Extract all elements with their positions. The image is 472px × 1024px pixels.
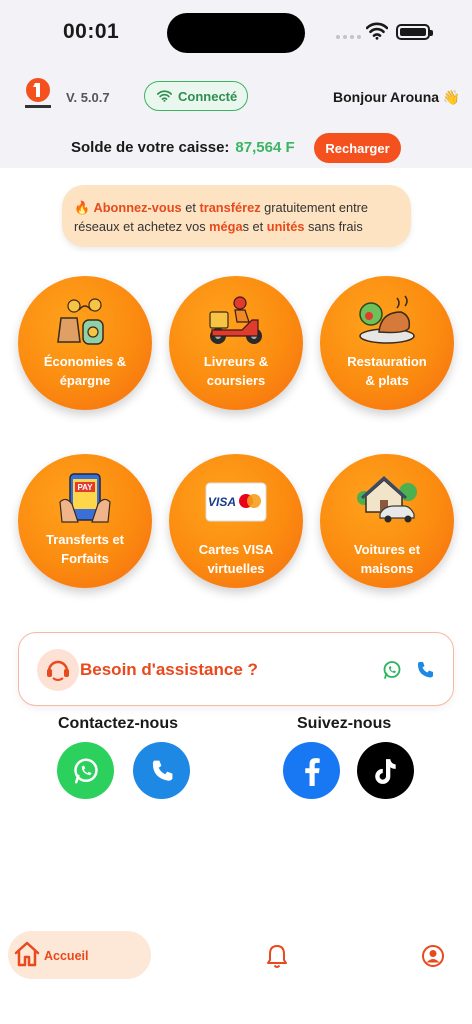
service-tile-visa[interactable]: VISA Cartes VISA virtuelles <box>169 454 303 588</box>
whatsapp-icon[interactable] <box>382 660 402 680</box>
promo-text: et <box>181 200 200 215</box>
service-tile-label: virtuelles <box>207 561 265 576</box>
promo-text: sans frais <box>304 219 363 234</box>
tiktok-button[interactable] <box>357 742 414 799</box>
battery-icon <box>396 24 433 40</box>
balance-label: Solde de votre caisse: <box>71 139 230 156</box>
service-tile-label: Forfaits <box>61 551 109 566</box>
facebook-button[interactable] <box>283 742 340 799</box>
home-icon <box>14 941 40 967</box>
promo-text: Abonnez-vous <box>93 200 182 215</box>
app-screen: 00:01 V. 5.0.7 Connecté Bonjour Arouna 👋… <box>0 0 472 1024</box>
tiktok-icon <box>374 758 396 784</box>
piggy-savings-icon <box>57 298 104 345</box>
service-tile-label: Cartes VISA <box>198 542 274 557</box>
delivery-scooter-icon <box>209 296 262 344</box>
profile-icon[interactable] <box>421 944 445 968</box>
follow-heading: Suivez-nous <box>297 715 392 732</box>
recharge-button[interactable]: Recharger <box>314 133 401 163</box>
service-tile-savings[interactable]: Économies & épargne <box>18 276 152 410</box>
promo-text: s et <box>242 219 267 234</box>
service-tile-transfers[interactable]: PAY Transferts et Forfaits <box>18 454 152 588</box>
connection-status-badge: Connecté <box>144 81 248 111</box>
service-tile-label: Voitures et <box>353 542 421 557</box>
service-tile-cars-houses[interactable]: Voitures et maisons <box>320 454 454 588</box>
contact-heading: Contactez-nous <box>58 715 178 732</box>
wifi-icon <box>157 90 172 102</box>
service-tile-label: épargne <box>59 373 111 388</box>
call-button[interactable] <box>133 742 190 799</box>
service-tile-delivery[interactable]: Livreurs & coursiers <box>169 276 303 410</box>
phone-pay-icon: PAY <box>59 473 111 523</box>
service-tile-label: coursiers <box>206 373 266 388</box>
assistance-title: Besoin d'assistance ? <box>80 660 258 679</box>
app-logo <box>25 78 51 108</box>
phone-icon[interactable] <box>415 660 435 680</box>
svg-text:PAY: PAY <box>77 483 93 492</box>
balance-amount: 87,564 F <box>235 139 295 156</box>
status-time: 00:01 <box>63 20 120 43</box>
svg-text:VISA: VISA <box>208 495 236 509</box>
service-tile-label: Restauration <box>347 354 427 369</box>
balance-row: Solde de votre caisse: 87,564 F <box>71 139 295 156</box>
support-agent-icon <box>37 649 79 691</box>
house-car-icon <box>357 475 417 523</box>
service-tile-label: Transferts et <box>45 532 125 547</box>
tab-home[interactable]: Accueil <box>8 931 151 979</box>
service-tile-label: Économies & <box>43 354 127 369</box>
food-plate-icon <box>359 295 415 344</box>
dynamic-island <box>167 13 305 53</box>
cellular-signal-icon <box>336 35 361 39</box>
visa-card-icon: VISA <box>205 482 267 522</box>
tab-home-label: Accueil <box>44 949 89 963</box>
service-tile-restaurant[interactable]: Restauration & plats <box>320 276 454 410</box>
connection-status-label: Connecté <box>178 88 238 104</box>
promo-text: unités <box>266 219 305 234</box>
phone-icon <box>152 760 172 781</box>
notification-bell-icon[interactable] <box>265 943 289 969</box>
service-tile-label: Livreurs & <box>203 354 269 369</box>
fire-icon: 🔥 <box>74 200 90 215</box>
whatsapp-button[interactable] <box>57 742 114 799</box>
promo-text: transférez <box>199 200 261 215</box>
wifi-icon <box>366 22 388 40</box>
service-tile-label: maisons <box>360 561 414 576</box>
facebook-icon <box>304 757 320 786</box>
promo-banner[interactable]: 🔥 Abonnez-vous et transférez gratuitemen… <box>62 185 411 247</box>
assistance-card[interactable]: Besoin d'assistance ? <box>18 632 454 706</box>
whatsapp-icon <box>73 758 98 783</box>
service-tile-label: & plats <box>365 373 409 388</box>
app-version: V. 5.0.7 <box>66 90 110 105</box>
greeting: Bonjour Arouna 👋 <box>333 89 461 105</box>
promo-text: méga <box>209 219 243 234</box>
